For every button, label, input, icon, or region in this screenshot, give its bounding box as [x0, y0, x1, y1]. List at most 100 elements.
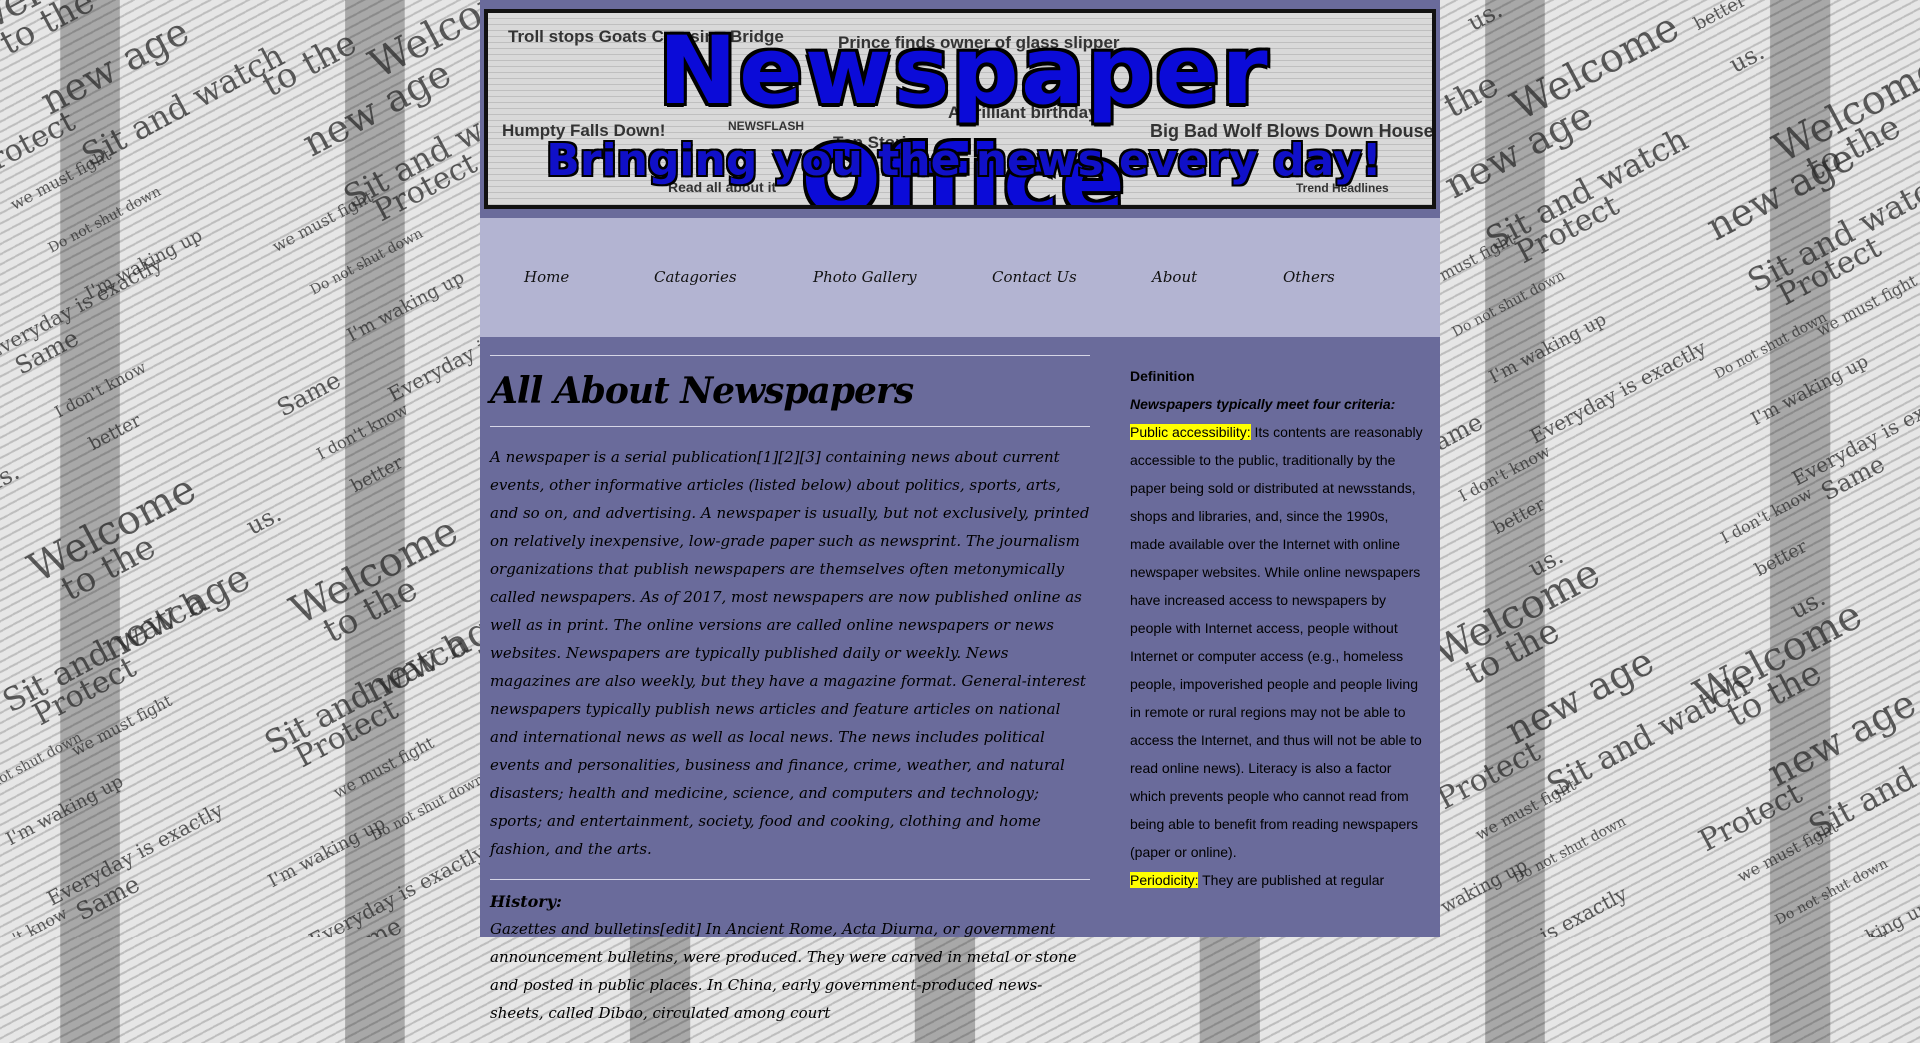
background-word: I'm waking up: [264, 812, 389, 893]
background-word: Welcome: [20, 465, 204, 593]
background-word: new age: [1699, 134, 1862, 250]
background-word: Protect: [0, 103, 81, 188]
background-word: Sit and watch: [1802, 707, 1920, 847]
nav-others[interactable]: Others: [1283, 268, 1335, 286]
background-word: Everyday is exactly: [0, 251, 167, 365]
background-word: Protect: [1431, 733, 1546, 818]
background-word: Welcome: [1424, 549, 1608, 677]
background-word: us.: [1462, 0, 1507, 37]
background-word: we must fight: [68, 691, 176, 760]
sidebar-title: Definition: [1130, 368, 1195, 384]
background-word: to the: [1720, 652, 1829, 736]
background-word: I don't know: [313, 399, 412, 464]
background-word: to the: [54, 526, 163, 610]
background-word: I'm waking up: [1485, 308, 1610, 389]
background-word: Welcome: [1765, 45, 1920, 173]
background-word: I'm waking up: [343, 266, 468, 347]
background-word: Welcome: [0, 0, 143, 46]
header-banner: Troll stops Goats Crossing Bridge Prince…: [484, 9, 1436, 209]
background-word: Sit and watch: [1479, 119, 1695, 259]
background-word: we must fight: [330, 733, 438, 802]
criterion-label: Periodicity:: [1130, 872, 1199, 888]
background-word: us.: [0, 457, 24, 499]
background-word: Protect: [368, 145, 483, 230]
background-word: Protect: [289, 691, 404, 776]
background-word: I don't know: [1717, 483, 1816, 548]
background-word: to the: [255, 22, 364, 106]
criterion-text: They are published at regular: [1198, 872, 1385, 888]
background-word: we must fight: [1734, 817, 1842, 886]
background-word: new age: [1437, 92, 1600, 208]
main-navigation: Home Catagories Photo Gallery Contact Us…: [480, 218, 1440, 337]
background-word: Welcome: [1686, 591, 1870, 719]
background-word: Do not shut down: [368, 771, 487, 845]
background-word: Protect: [1510, 187, 1625, 272]
background-word: we must fight: [7, 145, 115, 214]
criterion-label: Public accessibility:: [1130, 424, 1251, 440]
nav-photo-gallery[interactable]: Photo Gallery: [813, 268, 917, 286]
intro-paragraph: A newspaper is a serial publication[1][2…: [490, 448, 1090, 858]
background-word: Same: [1816, 449, 1890, 507]
background-word: Everyday is exactly: [1447, 881, 1631, 937]
criterion-public-accessibility: Public accessibility: Its contents are r…: [1130, 418, 1425, 866]
background-word: I'm waking up: [1809, 896, 1920, 937]
background-word: Sit and watch: [1741, 161, 1920, 301]
background-word: us.: [1724, 37, 1769, 79]
main-content: All About Newspapers A newspaper is a se…: [490, 355, 1090, 1043]
background-word: us.: [1523, 541, 1568, 583]
background-word: we must fight: [269, 187, 377, 256]
background-word: new age: [33, 8, 196, 124]
page-container: Troll stops Goats Crossing Bridge Prince…: [480, 0, 1440, 1022]
background-word: Sit and watch: [258, 623, 474, 763]
background-word: we must fight: [1472, 775, 1580, 844]
background-word: Same: [71, 869, 145, 927]
site-tagline: Bringing you the news every day!: [546, 135, 1382, 186]
sidebar-subtitle: Newspapers typically meet four criteria:: [1130, 396, 1396, 412]
background-word: Everyday is exactly: [1787, 377, 1920, 491]
background-word: better: [1751, 536, 1811, 581]
background-word: Do not shut down: [45, 183, 164, 257]
sidebar-definition: Definition Newspapers typically meet fou…: [1130, 362, 1425, 894]
background-word: new age: [1498, 638, 1661, 754]
background-word: Do not shut down: [1510, 813, 1629, 887]
background-word: we must fight: [1813, 271, 1920, 340]
background-word: to the: [1458, 610, 1567, 694]
background-word: us.: [1785, 583, 1830, 625]
background-word: Do not shut down: [0, 729, 85, 803]
background-word: Do not shut down: [1772, 855, 1891, 929]
background-word: Sit and watch: [1540, 665, 1756, 805]
criterion-text: Its contents are reasonably accessible t…: [1130, 424, 1423, 860]
nav-contact-us[interactable]: Contact Us: [992, 268, 1077, 286]
background-word: Everyday is exactly: [1525, 335, 1711, 449]
background-word: new age: [94, 554, 257, 670]
background-word: better: [1690, 0, 1750, 35]
nav-home[interactable]: Home: [524, 268, 569, 286]
background-word: Everyday is exactly: [1709, 923, 1893, 937]
background-word: to the: [316, 568, 425, 652]
background-word: Protect: [27, 649, 142, 734]
background-word: I'm waking up: [1747, 350, 1872, 431]
background-word: Welcome: [1503, 3, 1687, 131]
background-word: I don't know: [1455, 441, 1554, 506]
divider: [490, 355, 1090, 356]
background-word: I don't know: [1796, 0, 1894, 2]
nav-catagories[interactable]: Catagories: [654, 268, 737, 286]
background-word: I'm waking up: [2, 770, 127, 851]
background-word: us.: [241, 499, 286, 541]
page-title: All About Newspapers: [490, 370, 914, 412]
background-word: Everyday is exactly: [304, 839, 490, 937]
background-word: Protect: [1693, 775, 1808, 860]
background-word: new age: [1760, 680, 1920, 796]
background-word: new age: [295, 50, 458, 166]
background-word: Same: [333, 912, 406, 937]
criterion-periodicity: Periodicity: They are published at regul…: [1130, 866, 1425, 894]
background-word: Sit and watch: [75, 35, 291, 175]
background-word: Protect: [1772, 229, 1887, 314]
history-heading: History:: [490, 892, 562, 911]
background-word: better: [1489, 494, 1549, 539]
background-word: Same: [272, 365, 346, 423]
background-word: to the: [0, 0, 102, 64]
nav-about[interactable]: About: [1152, 268, 1197, 286]
divider: [490, 426, 1090, 427]
background-word: Welcome: [282, 507, 466, 635]
